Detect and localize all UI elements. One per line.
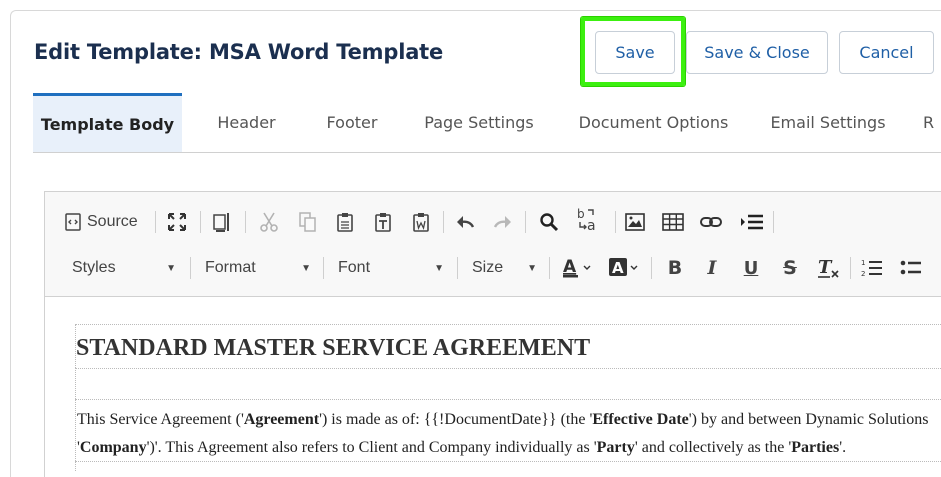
term-parties: Parties: [791, 439, 840, 456]
font-dropdown[interactable]: Font ▼: [338, 255, 444, 281]
toolbar-separator: [651, 257, 652, 279]
page-break-icon[interactable]: [739, 209, 765, 235]
toolbar-separator: [773, 211, 774, 233]
table-icon[interactable]: [661, 209, 685, 235]
svg-text:2: 2: [861, 270, 865, 278]
source-icon: [65, 213, 81, 231]
cut-icon[interactable]: [257, 209, 281, 235]
text-run: This Service Agreement (': [77, 411, 244, 428]
toolbar-separator: [245, 211, 246, 233]
chevron-down-icon: ▼: [301, 262, 311, 274]
background-color-button[interactable]: A: [607, 255, 641, 281]
svg-text:A: A: [563, 257, 577, 277]
replace-icon[interactable]: ba: [575, 207, 603, 233]
text-color-button[interactable]: A: [560, 255, 594, 281]
toolbar-separator: [190, 257, 191, 279]
background-color-icon: A: [609, 258, 638, 277]
paste-word-icon[interactable]: [409, 209, 433, 235]
image-icon[interactable]: [623, 209, 647, 235]
svg-text:T: T: [818, 257, 833, 278]
toolbar-separator: [155, 211, 156, 233]
text-color-icon: A: [563, 257, 591, 278]
strikethrough-icon[interactable]: S: [779, 255, 801, 281]
chevron-down-icon: ▼: [527, 262, 537, 274]
svg-text:1: 1: [861, 259, 865, 267]
format-label: Format: [205, 259, 256, 276]
document-heading: STANDARD MASTER SERVICE AGREEMENT: [75, 324, 941, 368]
rich-text-editor: Source b a Styles ▼ Format ▼ Font ▼ Size…: [44, 191, 941, 477]
toolbar-separator: [323, 257, 324, 279]
term-effective-date: Effective Date: [592, 411, 689, 428]
tab-document-options[interactable]: Document Options: [570, 93, 737, 152]
remove-format-icon[interactable]: T: [816, 255, 842, 281]
bold-icon[interactable]: B: [664, 255, 686, 281]
tab-overflow[interactable]: R: [923, 93, 941, 152]
undo-icon[interactable]: [453, 209, 477, 235]
font-label: Font: [338, 259, 371, 276]
maximize-icon[interactable]: [165, 209, 189, 235]
redo-icon[interactable]: [491, 209, 515, 235]
toolbar-separator: [200, 211, 201, 233]
page-title: Edit Template: MSA Word Template: [34, 40, 444, 64]
numbered-list-icon[interactable]: 12: [860, 255, 884, 281]
toolbar-separator: [525, 211, 526, 233]
link-icon[interactable]: [699, 209, 723, 235]
styles-label: Styles: [72, 259, 116, 276]
text-run: ')'. This Agreement also refers to Clien…: [146, 439, 597, 456]
empty-paragraph: [75, 368, 941, 399]
toolbar-separator: [443, 211, 444, 233]
svg-text:b: b: [577, 207, 585, 221]
tab-bar: Template Body Header Footer Page Setting…: [33, 93, 941, 153]
tab-header[interactable]: Header: [203, 93, 290, 152]
text-run: ') by and between Dynamic Solutions: [688, 411, 929, 428]
editor-toolbar: Source b a Styles ▼ Format ▼ Font ▼ Size…: [45, 192, 941, 297]
editor-content-area[interactable]: STANDARD MASTER SERVICE AGREEMENT This S…: [45, 298, 941, 477]
source-label: Source: [87, 213, 138, 230]
size-dropdown[interactable]: Size ▼: [472, 255, 537, 281]
text-run: ' and collectively as the ': [634, 439, 792, 456]
svg-text:A: A: [612, 259, 624, 277]
paste-icon[interactable]: [333, 209, 357, 235]
chevron-down-icon: ▼: [434, 262, 444, 274]
chevron-down-icon: ▼: [166, 262, 176, 274]
term-agreement: Agreement: [243, 411, 320, 428]
toolbar-separator: [549, 257, 550, 279]
toolbar-separator: [457, 257, 458, 279]
text-run: ') is made as of: {{!DocumentDate}} (the…: [319, 411, 593, 428]
size-label: Size: [472, 259, 504, 276]
tab-email-settings[interactable]: Email Settings: [763, 93, 893, 152]
find-icon[interactable]: [537, 209, 561, 235]
toolbar-separator: [850, 257, 851, 279]
svg-text:a: a: [587, 218, 596, 233]
document-block-bottom: [75, 461, 941, 471]
format-dropdown[interactable]: Format ▼: [205, 255, 311, 281]
tab-page-settings[interactable]: Page Settings: [416, 93, 542, 152]
term-company: Company: [79, 439, 147, 456]
term-party: Party: [596, 439, 635, 456]
underline-icon[interactable]: U: [740, 255, 762, 281]
bulleted-list-icon[interactable]: [899, 255, 923, 281]
document-paragraph: This Service Agreement ('Agreement') is …: [75, 399, 941, 461]
text-run: '.: [839, 439, 847, 456]
italic-icon[interactable]: I: [701, 255, 723, 281]
source-button[interactable]: Source: [65, 209, 147, 235]
tab-footer[interactable]: Footer: [313, 93, 391, 152]
save-button[interactable]: Save: [595, 31, 675, 74]
save-and-close-button[interactable]: Save & Close: [686, 31, 828, 74]
styles-dropdown[interactable]: Styles ▼: [72, 255, 176, 281]
tab-template-body[interactable]: Template Body: [33, 93, 182, 152]
toolbar-separator: [615, 211, 616, 233]
paste-text-icon[interactable]: [371, 209, 395, 235]
show-blocks-icon[interactable]: [210, 209, 234, 235]
cancel-button[interactable]: Cancel: [839, 31, 934, 74]
copy-icon[interactable]: [295, 209, 319, 235]
